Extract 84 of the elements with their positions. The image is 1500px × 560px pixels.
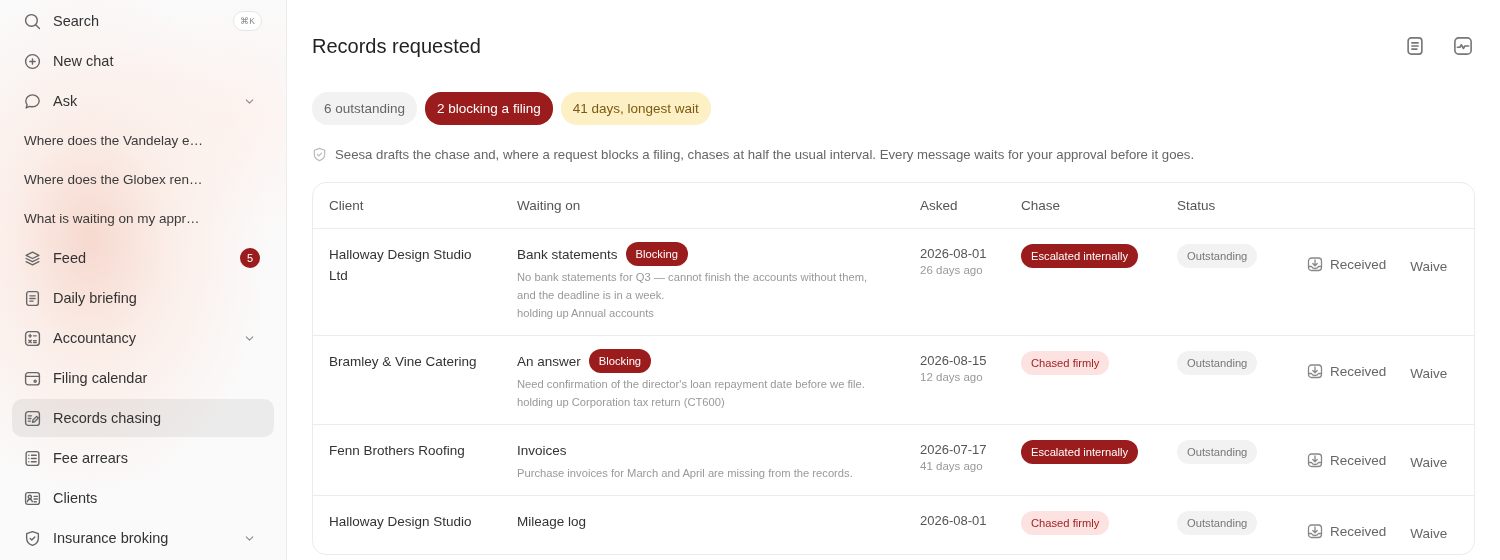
- chase-tag: Chased firmly: [1021, 351, 1110, 375]
- waive-button[interactable]: Waive: [1410, 521, 1448, 541]
- layers-icon: [24, 249, 41, 267]
- request-title: An answer: [517, 353, 581, 369]
- sidebar-item[interactable]: Ask: [12, 82, 274, 120]
- status-tag: Outstanding: [1177, 511, 1258, 535]
- column-header: Waiting on: [517, 198, 582, 213]
- request-title: Bank statements: [517, 246, 618, 262]
- chase-tag: Escalated internally: [1021, 440, 1138, 464]
- inbox-download-icon: [1307, 256, 1323, 272]
- speech-bubble-icon: [24, 92, 41, 110]
- search-icon: [24, 12, 41, 30]
- request-detail: holding up Annual accounts: [517, 306, 655, 321]
- shield-check-icon: [312, 147, 327, 162]
- status-tag: Outstanding: [1177, 351, 1258, 375]
- sidebar-item[interactable]: Filing calendar: [12, 359, 274, 397]
- column-header: Client: [329, 198, 365, 213]
- waive-button[interactable]: Waive: [1410, 254, 1448, 274]
- asked-date: 2026-08-01: [920, 512, 988, 530]
- sidebar-item[interactable]: Records chasing: [12, 399, 274, 437]
- summary-chip: 41 days, longest wait: [560, 92, 711, 125]
- asked-date: 2026-08-01: [920, 245, 988, 263]
- sidebar-item[interactable]: Accountancy: [12, 319, 274, 357]
- sidebar-item[interactable]: Clients: [12, 479, 274, 517]
- waive-button[interactable]: Waive: [1410, 361, 1448, 381]
- chase-tag: Escalated internally: [1021, 244, 1138, 268]
- request-detail: No bank statements for Q3 — cannot finish the accounts without them, and the deadline is in a week.: [517, 270, 869, 303]
- activity-button[interactable]: [1453, 36, 1473, 56]
- calculator-icon: [24, 329, 41, 347]
- column-header: Asked: [920, 198, 959, 213]
- inbox-download-icon: [1307, 363, 1323, 379]
- notes-button[interactable]: [1405, 36, 1425, 56]
- contact-card-icon: [24, 489, 41, 507]
- sidebar-item[interactable]: New chat: [12, 42, 274, 80]
- shield-check-icon: [24, 529, 41, 547]
- info-note: Seesa drafts the chase and, where a request blocks a filing, chases at half the usual interval. Every message waits for your approval before it goes.: [335, 147, 1195, 162]
- search-item[interactable]: Search ⌘K: [12, 2, 274, 40]
- chat-item[interactable]: What is waiting on my appr…: [12, 200, 274, 237]
- sidebar-item[interactable]: Feed 5: [12, 239, 274, 277]
- chat-item[interactable]: Where does the Globex ren…: [12, 161, 274, 198]
- request-title: Mileage log: [517, 513, 587, 529]
- request-detail: Need confirmation of the director's loan repayment date before we file.: [517, 377, 866, 392]
- request-detail: Purchase invoices for March and April are missing from the records.: [517, 466, 854, 481]
- shortcut-hint: ⌘K: [233, 11, 262, 31]
- elapsed-time: 41 days ago: [920, 460, 984, 472]
- summary-chip: 2 blocking a filing: [425, 92, 553, 125]
- request-detail: holding up Corporation tax return (CT600): [517, 395, 726, 410]
- client-name: Bramley & Vine Catering: [329, 353, 478, 371]
- elapsed-time: 26 days ago: [920, 264, 984, 276]
- request-title: Invoices: [517, 442, 567, 458]
- document-icon: [1405, 36, 1425, 56]
- chat-item[interactable]: Where does the Vandelay e…: [12, 122, 274, 159]
- sidebar-item[interactable]: Insurance broking: [12, 519, 274, 557]
- received-button[interactable]: Received: [1307, 363, 1387, 379]
- list-icon: [24, 449, 41, 467]
- inbox-download-icon: [1307, 452, 1323, 468]
- plus-circle-icon: [24, 52, 41, 70]
- calendar-icon: [24, 369, 41, 387]
- sidebar-item[interactable]: Fee arrears: [12, 439, 274, 477]
- status-tag: Outstanding: [1177, 440, 1258, 464]
- elapsed-time: 12 days ago: [920, 371, 984, 383]
- blocking-tag: Blocking: [588, 349, 652, 373]
- pulse-chart-icon: [1453, 36, 1473, 56]
- sidebar-item[interactable]: Daily briefing: [12, 279, 274, 317]
- received-button[interactable]: Received: [1307, 452, 1387, 468]
- asked-date: 2026-07-17: [920, 441, 988, 459]
- chase-tag: Chased firmly: [1021, 511, 1110, 535]
- column-header: Chase: [1021, 198, 1062, 213]
- page-title: Records requested: [312, 34, 481, 58]
- column-header: Status: [1177, 198, 1217, 213]
- waive-button[interactable]: Waive: [1410, 450, 1448, 470]
- received-button[interactable]: Received: [1307, 523, 1387, 539]
- blocking-tag: Blocking: [625, 242, 688, 266]
- edit-list-icon: [24, 409, 41, 427]
- client-name: Fenn Brothers Roofing: [329, 442, 466, 460]
- client-name: Halloway Design Studio Ltd: [329, 246, 473, 285]
- count-badge: 5: [240, 248, 260, 268]
- received-button[interactable]: Received: [1307, 256, 1387, 272]
- asked-date: 2026-08-15: [920, 352, 988, 370]
- summary-chip: 6 outstanding: [312, 92, 418, 125]
- document-icon: [24, 289, 41, 307]
- status-tag: Outstanding: [1177, 244, 1258, 268]
- client-name: Halloway Design Studio: [329, 513, 473, 531]
- inbox-download-icon: [1307, 523, 1323, 539]
